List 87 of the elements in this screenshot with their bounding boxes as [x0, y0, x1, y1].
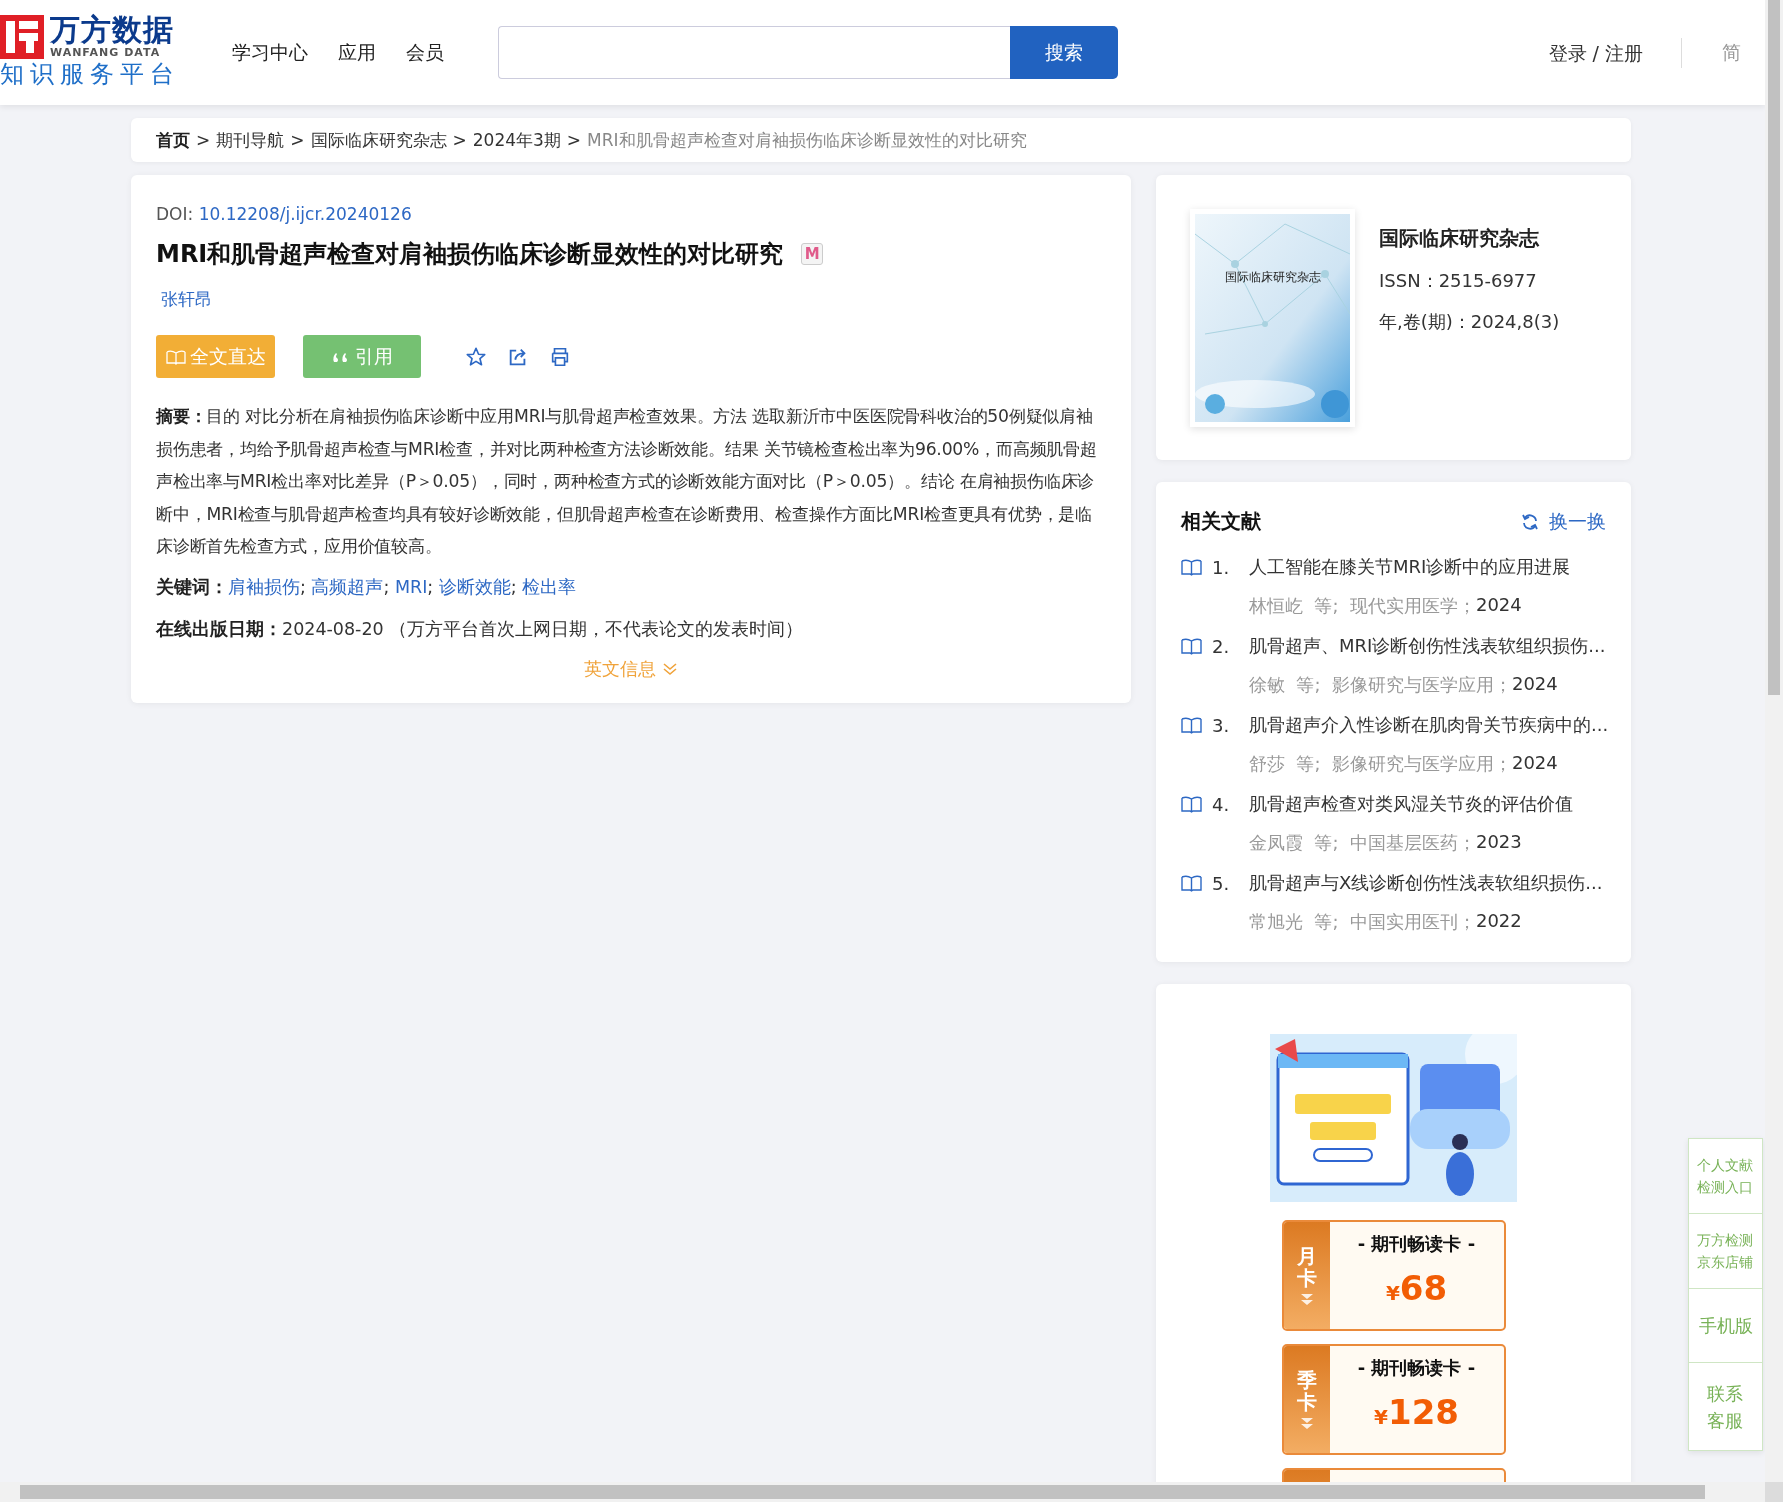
- cover-title: 国际临床研究杂志: [1223, 269, 1322, 286]
- card-title: - 期刊畅读卡 -: [1357, 1232, 1476, 1256]
- book-icon: [1181, 637, 1202, 655]
- article-year: 2024: [1511, 673, 1558, 696]
- login-link[interactable]: 登录 / 注册: [1548, 37, 1682, 68]
- breadcrumb-link[interactable]: 期刊导航: [216, 128, 285, 152]
- breadcrumb-link[interactable]: 2024年3期: [472, 128, 561, 152]
- journal-issn: ISSN：2515-6977: [1379, 269, 1538, 293]
- logo-subtitle: WANFANG DATA: [50, 46, 162, 59]
- scrollbar-thumb[interactable]: [1768, 0, 1780, 695]
- logo-icon[interactable]: [0, 14, 44, 59]
- card-price: ¥128: [1374, 1392, 1459, 1432]
- book-icon: [1181, 874, 1202, 892]
- article-year: 2024: [1511, 752, 1558, 775]
- horizontal-scrollbar[interactable]: [0, 1482, 1765, 1502]
- breadcrumb-separator: >: [196, 130, 211, 150]
- article-source: 舒莎 等; 影像研究与医学应用；: [1249, 752, 1512, 776]
- article-link[interactable]: 肌骨超声检查对类风湿关节炎的评估价值: [1249, 792, 1606, 816]
- date-note: （万方平台首次上网日期，不代表论文的发表时间）: [389, 618, 804, 639]
- item-number: 1.: [1212, 556, 1231, 578]
- card-period: 季卡: [1296, 1368, 1317, 1413]
- doi-line: DOI: 10.12208/j.ijcr.20240126: [156, 204, 413, 224]
- article-source: 常旭光 等; 中国实用医刊；: [1249, 910, 1476, 934]
- star-icon[interactable]: [465, 345, 487, 368]
- logo-tagline: 知识服务平台: [0, 59, 181, 89]
- keyword-separator: ;: [300, 576, 307, 597]
- journal-issue: 年,卷(期)：2024,8(3): [1379, 310, 1560, 334]
- nav-link[interactable]: 学习中心: [232, 39, 308, 66]
- article-link[interactable]: 人工智能在膝关节MRI诊断中的应用进展: [1249, 555, 1606, 579]
- section-title: 相关文献: [1181, 508, 1261, 535]
- journal-name[interactable]: 国际临床研究杂志: [1379, 225, 1560, 252]
- subscription-card[interactable]: 季卡 - 期刊畅读卡 - ¥128: [1281, 1344, 1506, 1455]
- refresh-icon[interactable]: [1521, 512, 1539, 531]
- date-value: 2024-08-20: [282, 618, 385, 639]
- article-year: 2022: [1475, 910, 1522, 933]
- book-icon: [1181, 558, 1202, 576]
- keyword-link[interactable]: 肩袖损伤: [228, 576, 300, 597]
- nav-link[interactable]: 会员: [406, 39, 444, 66]
- item-number: 4.: [1212, 793, 1231, 815]
- card-price: ¥68: [1385, 1268, 1448, 1308]
- author-link[interactable]: 张轩昂: [161, 288, 212, 311]
- keywords-label: 关键词：: [156, 576, 228, 597]
- breadcrumb-link[interactable]: 首页: [156, 128, 190, 152]
- book-icon: [165, 348, 186, 365]
- card-title: - 期刊畅读卡 -: [1357, 1356, 1476, 1380]
- card-period: 月卡: [1296, 1244, 1317, 1289]
- item-number: 5.: [1212, 872, 1231, 894]
- article-link[interactable]: 肌骨超声介入性诊断在肌肉骨关节疾病中的...: [1249, 713, 1609, 737]
- keyword-link[interactable]: 高频超声: [311, 576, 384, 597]
- search-button[interactable]: 搜索: [1010, 26, 1118, 79]
- subscription-card[interactable]: 月卡 - 期刊畅读卡 - ¥68: [1281, 1220, 1506, 1331]
- keyword-separator: ;: [383, 576, 391, 597]
- date-label: 在线出版日期：: [156, 618, 282, 639]
- refresh-link[interactable]: 换一换: [1549, 508, 1606, 535]
- article-source: 金凤霞 等; 中国基层医药；: [1249, 831, 1476, 855]
- badge-icon[interactable]: M: [801, 243, 824, 265]
- logo-name: 万方数据: [50, 14, 174, 46]
- nav-link[interactable]: 应用: [338, 39, 376, 66]
- vertical-scrollbar[interactable]: [1765, 0, 1783, 1482]
- scrollbar-thumb[interactable]: [20, 1485, 1705, 1499]
- scrollbar-corner: [1765, 1482, 1783, 1502]
- article-title: MRI和肌骨超声检查对肩袖损伤临床诊断显效性的对比研究: [156, 239, 784, 270]
- item-number: 2.: [1212, 635, 1231, 657]
- article-source: 徐敏 等; 影像研究与医学应用；: [1249, 673, 1512, 697]
- book-icon: [1181, 716, 1202, 734]
- book-icon: [1181, 795, 1202, 813]
- article-link[interactable]: 肌骨超声与X线诊断创伤性浅表软组织损伤...: [1249, 871, 1606, 895]
- keyword-separator: ;: [427, 576, 435, 597]
- breadcrumb-separator: >: [452, 130, 467, 150]
- keyword-link[interactable]: 诊断效能: [438, 576, 511, 597]
- breadcrumb-separator: >: [290, 130, 305, 150]
- search-field[interactable]: [498, 26, 1010, 79]
- item-number: 3.: [1212, 714, 1231, 736]
- keyword-separator: ;: [510, 576, 518, 597]
- journal-cover[interactable]: 国际临床研究杂志: [1190, 209, 1355, 427]
- keyword-link[interactable]: 检出率: [522, 576, 577, 597]
- abstract-text: 摘要：目的 对比分析在肩袖损伤临床诊断中应用MRI与肌骨超声检查效果。方法 选取新沂市中医医院骨科收治的50例疑似肩袖损伤患者，均给予肌骨超声检查与MRI检查，并对比两种检查方法诊断效能。结果 关节镜检查检出率为96.00%，而高频肌骨超声检出率与MRI检出率对比差异（P＞0.05），同时，两种检查方式的诊断效能方面对比（P＞0.05）。结论 在肩袖损伤临床诊断中，MRI检查与肌骨超声检查均具有较好诊断效能，但肌骨超声检查在诊断费用、检查操作方面比MRI检查更具有优势，是临床诊断首先检查方式，应用价值较高。: [156, 405, 1098, 558]
- article-source: 林恒屹 等; 现代实用医学；: [1249, 594, 1476, 618]
- chevron-icon[interactable]: [662, 660, 678, 677]
- article-link[interactable]: 肌骨超声、MRI诊断创伤性浅表软组织损伤...: [1249, 634, 1606, 658]
- keyword-link[interactable]: MRI: [394, 576, 428, 597]
- doi-link[interactable]: 10.12208/j.ijcr.20240126: [198, 204, 412, 224]
- breadcrumb-separator: >: [566, 130, 582, 150]
- breadcrumb-link[interactable]: 国际临床研究杂志: [310, 128, 447, 152]
- article-year: 2024: [1475, 594, 1522, 617]
- print-icon[interactable]: [549, 345, 571, 368]
- article-year: 2023: [1475, 831, 1522, 854]
